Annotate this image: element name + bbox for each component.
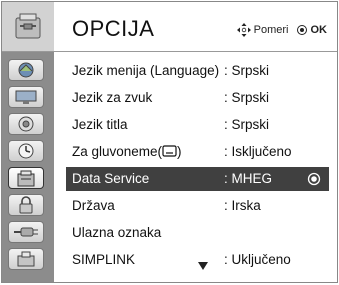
menu-item-value: : Srpski [224, 117, 270, 132]
menu-item-value: : Isključeno [224, 144, 292, 159]
menu-header: OPCIJA Pomeri OK [54, 2, 337, 52]
usb-icon[interactable] [8, 248, 44, 270]
menu-item-label: Ulazna oznaka [72, 225, 162, 240]
menu-item-label: Država [72, 198, 115, 213]
menu-item-label: Jezik za zvuk [72, 90, 153, 105]
menu-item-value: : Srpski [224, 63, 270, 78]
menu-item-label: Za gluvoneme() [72, 144, 182, 159]
menu-item-simplink[interactable]: SIMPLINK : Uključeno [54, 248, 337, 272]
menu-item-audio-language[interactable]: Jezik za zvuk : Srpski [54, 86, 337, 110]
ok-hint-label: OK [310, 24, 328, 36]
navigation-hint: Pomeri OK [236, 23, 328, 37]
selected-radio-icon [307, 172, 321, 186]
option-menu-list: Jezik menija (Language) : Srpski Jezik z… [54, 52, 337, 282]
menu-item-label: Jezik menija (Language) [72, 63, 220, 78]
menu-item-label: SIMPLINK [72, 252, 136, 267]
menu-item-hearing-impaired[interactable]: Za gluvoneme() : Isključeno [54, 140, 337, 164]
input-icon[interactable] [8, 221, 44, 243]
menu-item-subtitle-language[interactable]: Jezik titla : Srpski [54, 113, 337, 137]
page-title: OPCIJA [72, 16, 155, 41]
picture-icon[interactable] [8, 59, 44, 81]
menu-item-value: : Irska [224, 198, 261, 213]
menu-item-menu-language[interactable]: Jezik menija (Language) : Srpski [54, 59, 337, 83]
option-category-header-icon [2, 2, 54, 52]
menu-item-country[interactable]: Država : Irska [54, 194, 337, 218]
osd-menu-window: OPCIJA Pomeri OK Jezik menija (Language)… [1, 1, 338, 283]
screen-icon[interactable] [8, 86, 44, 108]
menu-item-value: : Srpski [224, 90, 270, 105]
menu-item-input-label[interactable]: Ulazna oznaka [54, 221, 337, 245]
move-arrows-icon [236, 23, 251, 37]
ok-button-icon [296, 25, 307, 35]
menu-item-value: : Uključeno [224, 252, 291, 267]
menu-item-data-service[interactable]: Data Service : MHEG [66, 167, 329, 191]
move-hint-label: Pomeri [253, 24, 289, 36]
time-icon[interactable] [8, 140, 44, 162]
menu-item-label: Data Service [72, 171, 150, 186]
subtitle-symbol-icon [162, 145, 177, 157]
scroll-down-arrow-icon[interactable] [198, 262, 208, 270]
option-icon[interactable] [8, 167, 44, 189]
category-sidebar [2, 2, 54, 282]
menu-item-label: Jezik titla [72, 117, 128, 132]
sound-icon[interactable] [8, 113, 44, 135]
lock-icon[interactable] [8, 194, 44, 216]
menu-item-value: : MHEG [224, 171, 273, 186]
